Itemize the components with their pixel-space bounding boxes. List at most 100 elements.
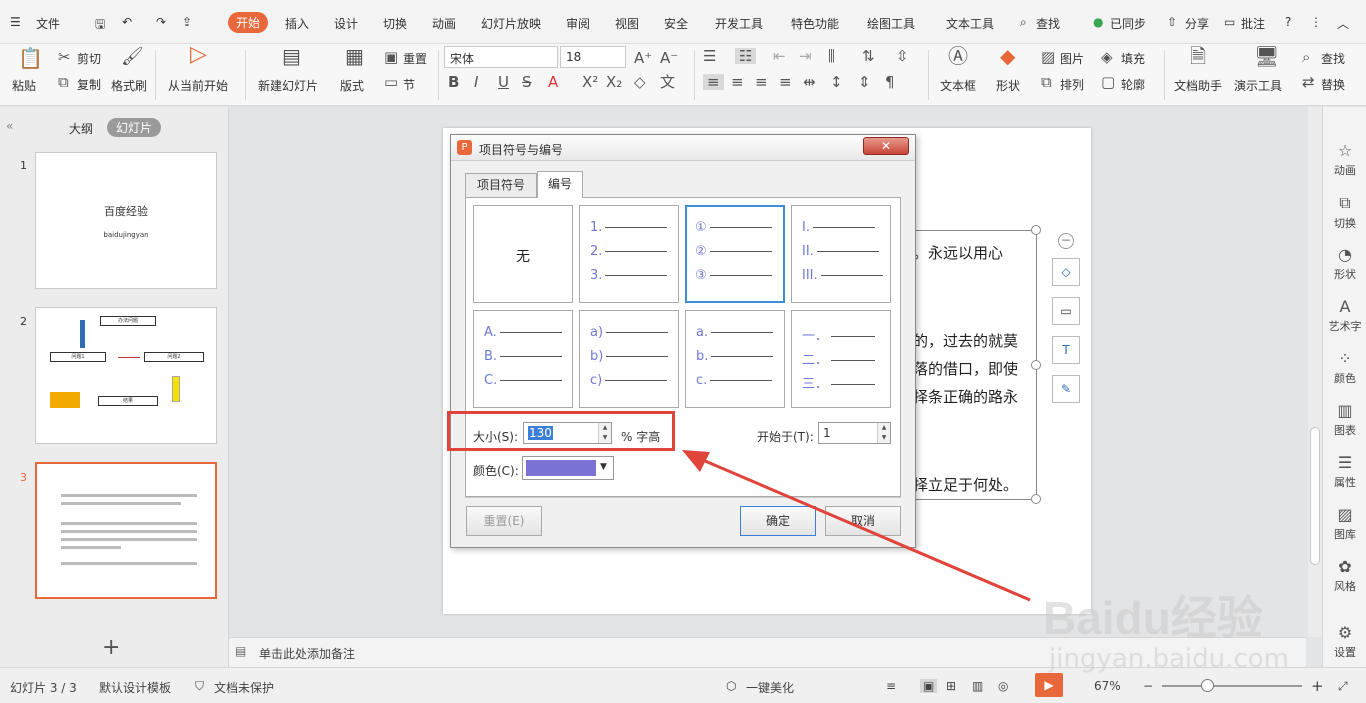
dialog-titlebar[interactable]: P 项目符号与编号 ✕ [451, 135, 915, 161]
columns-icon[interactable]: ⫼ [828, 48, 835, 64]
share-label[interactable]: 分享 [1185, 15, 1209, 32]
tab-outline[interactable]: 大纲 [69, 120, 93, 137]
grow-font-icon[interactable]: A⁺ [634, 50, 652, 66]
reading-view-icon[interactable]: ▥ [972, 679, 983, 693]
outline-button[interactable]: 轮廓 [1121, 76, 1145, 93]
fill-button[interactable]: 填充 [1121, 50, 1145, 67]
more-icon[interactable]: ⋮ [1310, 15, 1322, 29]
reset-button[interactable]: 重置(E) [466, 506, 542, 536]
slide-body-text[interactable]: 的，过去的就莫 [913, 330, 1018, 351]
sidebar-animation[interactable]: ☆ 动画 [1323, 141, 1366, 178]
slide-thumbnail-2[interactable]: 办法问题 问题1 问题2 结果 [35, 307, 217, 444]
numbering-style-none[interactable]: 无 [473, 205, 573, 303]
replace-button[interactable]: 替换 [1321, 76, 1345, 93]
line-spacing-icon[interactable]: ↕ [830, 74, 843, 90]
format-painter-button[interactable]: 格式刷 [111, 77, 147, 94]
sidebar-wordart[interactable]: A 艺术字 [1323, 297, 1366, 334]
tab-security[interactable]: 安全 [664, 15, 688, 32]
from-current-button[interactable]: 从当前开始 [168, 77, 228, 94]
vertical-scrollbar[interactable] [1308, 107, 1322, 637]
phonetic-icon[interactable]: 文 [660, 74, 675, 90]
picture-button[interactable]: 图片 [1060, 50, 1084, 67]
resize-handle[interactable] [1031, 360, 1041, 370]
template-name[interactable]: 默认设计模板 [99, 679, 171, 696]
search-label[interactable]: 查找 [1036, 15, 1060, 32]
sorter-view-icon[interactable]: ⊞ [946, 679, 956, 693]
paragraph-spacing-icon[interactable]: ⇕ [858, 74, 871, 90]
close-icon[interactable]: ✕ [863, 137, 909, 155]
underline-icon[interactable]: U [498, 74, 509, 90]
doc-helper-button[interactable]: 文档助手 [1174, 77, 1222, 94]
subscript-icon[interactable]: X₂ [606, 74, 622, 90]
slide-body-text[interactable]: 。永远以用心 [913, 242, 1003, 263]
tab-transition[interactable]: 切换 [383, 15, 407, 32]
slide-thumbnail-3[interactable] [35, 462, 217, 599]
help-icon[interactable]: ? [1285, 15, 1291, 29]
normal-view-icon[interactable]: ▣ [920, 679, 938, 693]
menu-file[interactable]: 文件 [36, 15, 60, 32]
collapse-panel-icon[interactable]: « [6, 119, 13, 133]
tab-drawing[interactable]: 绘图工具 [867, 15, 915, 32]
shape-button[interactable]: 形状 [996, 77, 1020, 94]
share-file-icon[interactable]: ⇪ [182, 15, 192, 29]
increase-indent-icon[interactable]: ⇥ [799, 48, 812, 64]
tab-start[interactable]: 开始 [228, 12, 269, 33]
outline-float-icon[interactable]: ▭ [1052, 297, 1080, 325]
numbering-style-upper-alpha[interactable]: A. B. C. [473, 310, 573, 408]
tab-view[interactable]: 视图 [615, 15, 639, 32]
layout-button[interactable]: 版式 [340, 77, 364, 94]
paragraph-icon[interactable]: ¶ [885, 74, 895, 90]
tab-insert[interactable]: 插入 [285, 15, 309, 32]
textbox-button[interactable]: 文本框 [940, 77, 976, 94]
paste-button[interactable]: 粘贴 [12, 77, 36, 94]
tab-slides[interactable]: 幻灯片 [107, 118, 162, 137]
redo-icon[interactable]: ↷ [156, 15, 166, 29]
align-right-icon[interactable]: ≡ [755, 74, 768, 90]
resize-handle[interactable] [1031, 225, 1041, 235]
color-select[interactable]: ▼ [522, 456, 614, 480]
numbering-style-roman[interactable]: I. II. III. [791, 205, 891, 303]
sidebar-gallery[interactable]: ▨ 图库 [1323, 505, 1366, 542]
justify-icon[interactable]: ≡ [779, 74, 792, 90]
arrange-button[interactable]: 排列 [1060, 76, 1084, 93]
numbering-style-lower-alpha-paren[interactable]: a) b) c) [579, 310, 679, 408]
undo-icon[interactable]: ↶ [122, 15, 132, 29]
decrease-indent-icon[interactable]: ⇤ [773, 48, 786, 64]
sync-label[interactable]: 已同步 [1110, 15, 1146, 32]
slide-body-text[interactable]: 落的借口，即使 [913, 358, 1018, 379]
italic-icon[interactable]: I [474, 74, 478, 90]
slide-thumbnail-1[interactable]: 百度经验 baidujingyan [35, 152, 217, 289]
beautify-button[interactable]: 一键美化 [746, 679, 794, 696]
menu-icon[interactable]: ☰ [10, 15, 21, 29]
numbering-style-circled[interactable]: ① ② ③ [685, 205, 785, 303]
copy-button[interactable]: 复制 [77, 76, 101, 93]
tab-bullets[interactable]: 项目符号 [465, 173, 537, 197]
clear-format-icon[interactable]: ◇ [634, 74, 646, 90]
shrink-font-icon[interactable]: A⁻ [660, 50, 678, 66]
presenter-view-icon[interactable]: ◎ [998, 679, 1008, 693]
tab-design[interactable]: 设计 [334, 15, 358, 32]
strikethrough-icon[interactable]: S [522, 74, 532, 90]
brush-float-icon[interactable]: ✎ [1052, 375, 1080, 403]
find-button[interactable]: 查找 [1321, 50, 1345, 67]
tab-review[interactable]: 审阅 [566, 15, 590, 32]
sidebar-color[interactable]: ⁘ 颜色 [1323, 349, 1366, 386]
search-icon[interactable]: ⌕ [1020, 15, 1027, 30]
add-slide-button[interactable]: + [102, 635, 120, 660]
superscript-icon[interactable]: X² [582, 74, 598, 90]
fill-float-icon[interactable]: ◇ [1052, 258, 1080, 286]
sidebar-shape[interactable]: ◔ 形状 [1323, 245, 1366, 282]
font-size-select[interactable]: 18 [560, 46, 626, 68]
text-float-icon[interactable]: T [1052, 336, 1080, 364]
numbering-icon[interactable]: ☷ [735, 48, 757, 64]
sidebar-transition[interactable]: ⧉ 切换 [1323, 193, 1366, 231]
scrollbar-thumb[interactable] [1310, 427, 1320, 565]
cut-button[interactable]: 剪切 [77, 50, 101, 67]
align-center-icon[interactable]: ≡ [731, 74, 744, 90]
bullets-icon[interactable]: ☰ [703, 48, 716, 64]
align-text-icon[interactable]: ⇳ [896, 48, 909, 64]
numbering-style-arabic[interactable]: 1. 2. 3. [579, 205, 679, 303]
font-family-select[interactable]: 宋体 [444, 46, 558, 68]
new-slide-button[interactable]: 新建幻灯片 [258, 77, 318, 94]
tab-animation[interactable]: 动画 [432, 15, 456, 32]
